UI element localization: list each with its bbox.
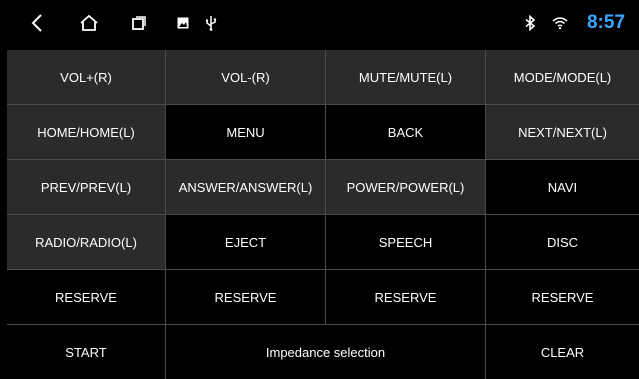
grid-divider	[7, 324, 639, 325]
key-button[interactable]: MUTE/MUTE(L)	[326, 50, 485, 104]
key-button[interactable]: EJECT	[166, 215, 325, 269]
bluetooth-icon	[521, 0, 539, 46]
grid-divider	[7, 104, 639, 105]
key-button[interactable]: RESERVE	[166, 270, 325, 324]
grid-divider	[7, 214, 639, 215]
key-button[interactable]: HOME/HOME(L)	[7, 105, 165, 159]
key-button[interactable]: RESERVE	[486, 270, 639, 324]
key-button[interactable]: ANSWER/ANSWER(L)	[166, 160, 325, 214]
key-button[interactable]: MENU	[166, 105, 325, 159]
grid-divider	[7, 269, 639, 270]
key-button[interactable]: RESERVE	[326, 270, 485, 324]
impedance-selection-button[interactable]: Impedance selection	[166, 325, 485, 379]
image-icon	[174, 0, 192, 46]
key-button[interactable]: RADIO/RADIO(L)	[7, 215, 165, 269]
chevron-left-icon[interactable]	[25, 0, 49, 46]
recent-apps-icon[interactable]	[126, 0, 152, 46]
clear-button[interactable]: CLEAR	[486, 325, 639, 379]
key-button[interactable]: RESERVE	[7, 270, 165, 324]
key-button[interactable]: NEXT/NEXT(L)	[486, 105, 639, 159]
key-learning-screen: 8:57 VOL+(R) VOL-(R) MUTE/MUTE(L) MODE/M…	[0, 0, 639, 379]
key-button[interactable]: BACK	[326, 105, 485, 159]
key-button[interactable]: DISC	[486, 215, 639, 269]
start-button[interactable]: START	[7, 325, 165, 379]
status-bar: 8:57	[0, 0, 639, 46]
clock-time: 8:57	[586, 12, 626, 33]
usb-icon	[202, 0, 220, 46]
grid-divider	[7, 159, 639, 160]
key-button[interactable]: POWER/POWER(L)	[326, 160, 485, 214]
wifi-icon	[550, 0, 570, 46]
key-button[interactable]: VOL+(R)	[7, 50, 165, 104]
key-button[interactable]: NAVI	[486, 160, 639, 214]
key-button[interactable]: MODE/MODE(L)	[486, 50, 639, 104]
home-icon[interactable]	[75, 0, 103, 46]
key-button[interactable]: PREV/PREV(L)	[7, 160, 165, 214]
grid-divider	[325, 50, 326, 324]
key-button[interactable]: VOL-(R)	[166, 50, 325, 104]
key-button-grid: VOL+(R) VOL-(R) MUTE/MUTE(L) MODE/MODE(L…	[7, 50, 639, 379]
key-button[interactable]: SPEECH	[326, 215, 485, 269]
